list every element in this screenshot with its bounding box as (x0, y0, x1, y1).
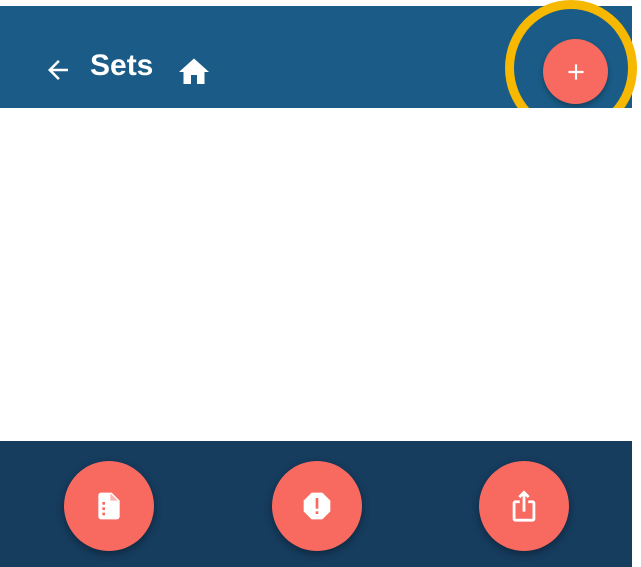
back-button[interactable] (38, 50, 78, 90)
app-bar: Sets (0, 0, 632, 108)
file-button[interactable] (64, 461, 154, 551)
arrow-left-icon (48, 60, 68, 80)
alert-button[interactable] (272, 461, 362, 551)
alert-icon (303, 492, 331, 520)
sets-screen: Sets (0, 0, 641, 567)
page-title: Sets (90, 49, 154, 82)
bottom-bar (0, 441, 632, 567)
add-set-button[interactable] (543, 39, 608, 104)
home-icon (179, 58, 209, 84)
share-upload-icon (512, 490, 536, 522)
sets-list-area (0, 108, 641, 441)
plus-icon (567, 63, 584, 80)
file-document-icon (98, 492, 120, 520)
home-button[interactable] (174, 52, 214, 92)
share-button[interactable] (479, 461, 569, 551)
